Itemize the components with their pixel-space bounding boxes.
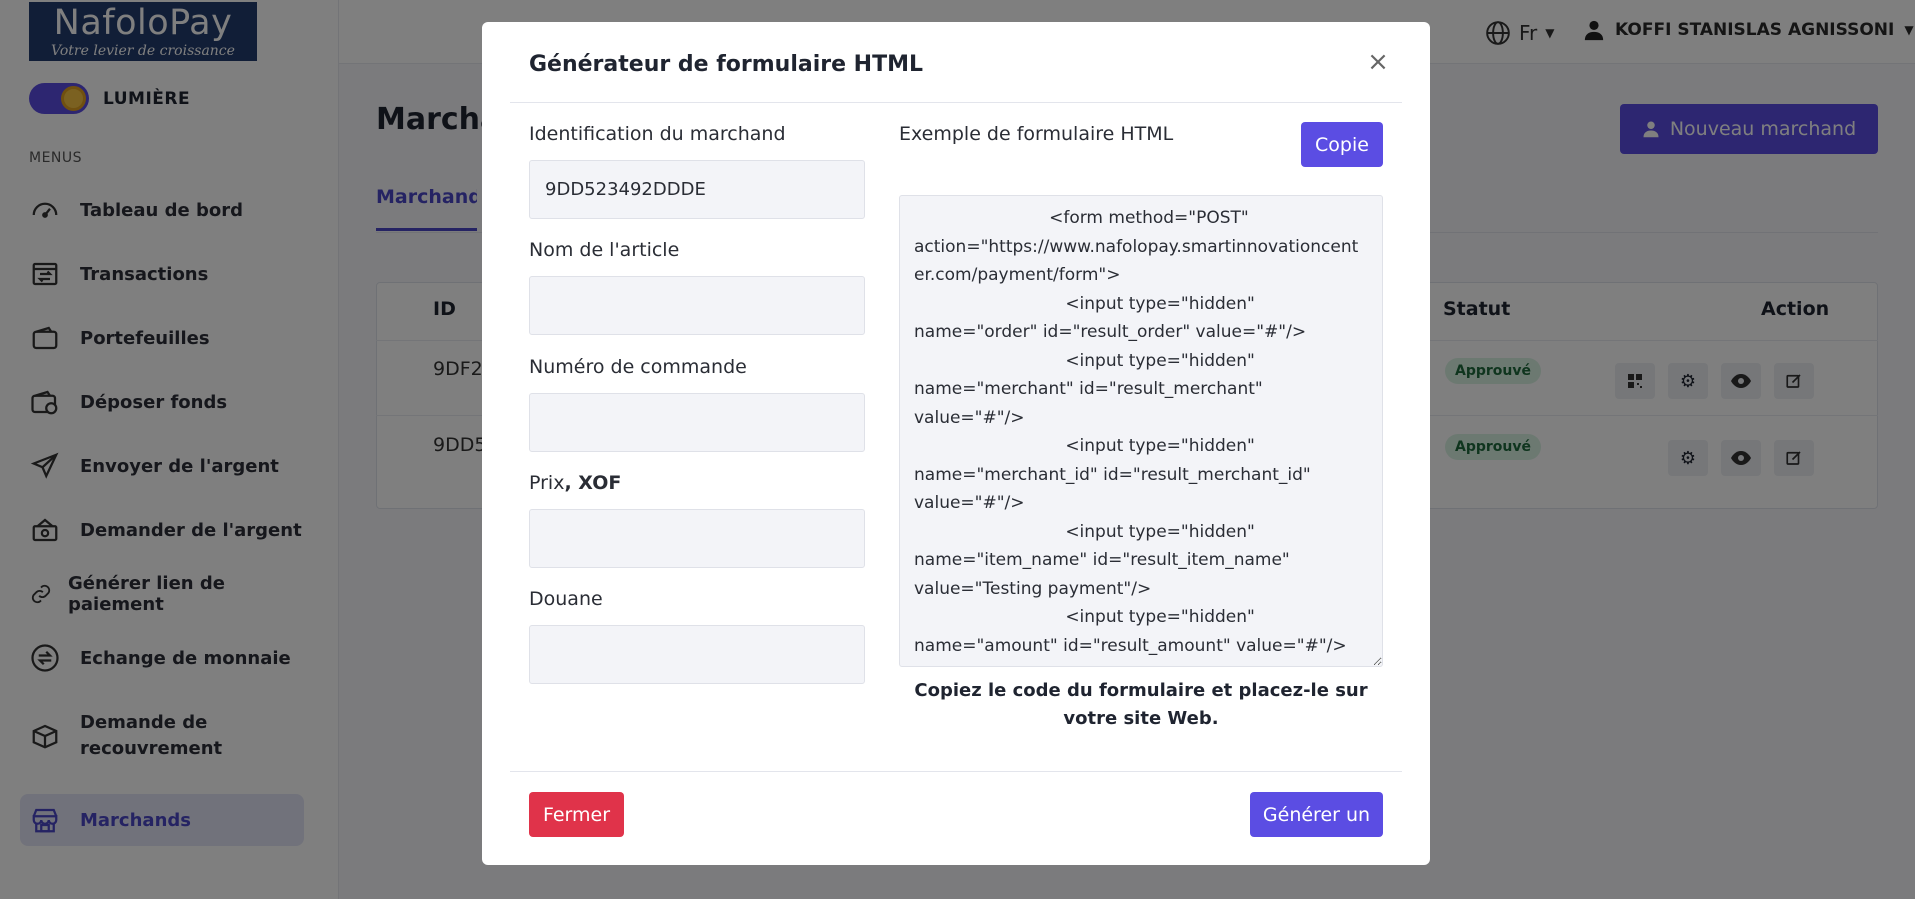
modal-title: Générateur de formulaire HTML: [529, 52, 924, 77]
modal-header-divider: [510, 102, 1402, 103]
customs-field[interactable]: [529, 625, 865, 684]
close-icon[interactable]: ×: [1364, 47, 1392, 77]
html-form-generator-modal: Générateur de formulaire HTML × Identifi…: [482, 22, 1430, 865]
close-button[interactable]: Fermer: [529, 792, 624, 837]
generate-button[interactable]: Générer un: [1250, 792, 1383, 837]
customs-label: Douane: [529, 588, 603, 610]
price-label-text: Prix: [529, 472, 565, 494]
example-form-label: Exemple de formulaire HTML: [899, 123, 1174, 145]
item-name-label: Nom de l'article: [529, 239, 680, 261]
copy-button[interactable]: Copie: [1301, 122, 1383, 167]
price-currency: , XOF: [564, 472, 622, 494]
price-field[interactable]: [529, 509, 865, 568]
modal-footer-divider: [510, 771, 1402, 772]
order-number-field[interactable]: [529, 393, 865, 452]
merchant-id-label: Identification du marchand: [529, 123, 786, 145]
price-label: Prix, XOF: [529, 472, 621, 494]
order-number-label: Numéro de commande: [529, 356, 747, 378]
item-name-field[interactable]: [529, 276, 865, 335]
html-code-textarea[interactable]: <form method="POST" action="https://www.…: [899, 195, 1383, 667]
merchant-id-field[interactable]: [529, 160, 865, 219]
copy-hint: Copiez le code du formulaire et placez-l…: [914, 680, 1368, 729]
